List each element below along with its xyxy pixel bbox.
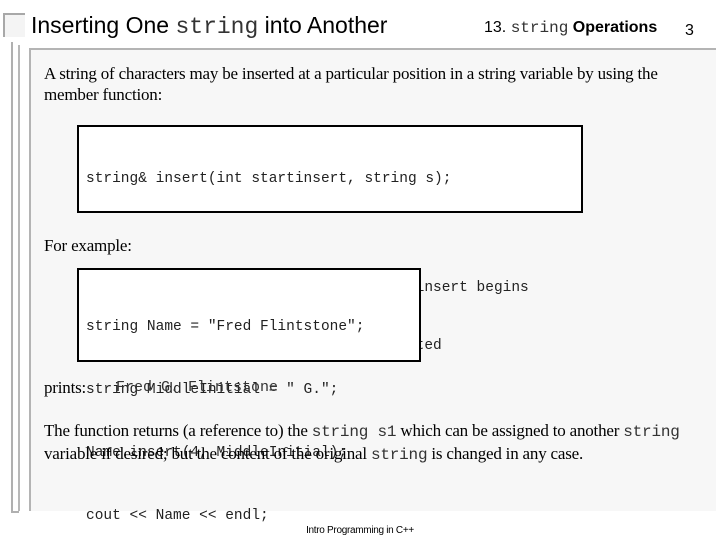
left-rail-inner-decoration	[18, 45, 20, 511]
closing-paragraph: The function returns (a reference to) th…	[44, 420, 684, 466]
slide-title: Inserting One string into Another	[31, 11, 387, 41]
closing-code: string	[623, 423, 680, 441]
closing-text: which can be assigned to another	[396, 421, 624, 440]
closing-text: is changed in any case.	[427, 444, 584, 463]
section-code: string	[510, 19, 569, 37]
code-line: cout << Name << endl;	[86, 508, 269, 524]
title-text-after: into Another	[258, 12, 388, 38]
title-code: string	[175, 14, 259, 40]
footer-text: Intro Programming in C++	[306, 525, 414, 536]
signature-code-box: string& insert(int startinsert, string s…	[77, 125, 583, 354]
section-number: 13.	[484, 19, 507, 36]
intro-paragraph: A string of characters may be inserted a…	[44, 64, 658, 104]
closing-code: string	[370, 446, 428, 464]
closing-text: variable if desired; but the content of …	[44, 444, 371, 463]
title-decoration	[3, 13, 25, 37]
signature-line: string& insert(int startinsert, string s…	[86, 171, 452, 187]
closing-text: The function returns (a reference to) th…	[44, 421, 312, 440]
code-line: string Name = "Fred Flintstone";	[86, 319, 365, 335]
section-name: Operations	[572, 19, 658, 36]
slide-number: 3	[685, 22, 694, 39]
prints-output: Fred G. Flintstone	[116, 379, 279, 396]
section-label: 13. string Operations	[484, 18, 657, 38]
example-label: For example:	[44, 236, 132, 255]
example-code-box: string Name = "Fred Flintstone"; string …	[77, 268, 421, 524]
closing-code: string s1	[311, 423, 397, 441]
title-text-before: Inserting One	[31, 12, 176, 38]
prints-label: prints:	[44, 378, 87, 397]
